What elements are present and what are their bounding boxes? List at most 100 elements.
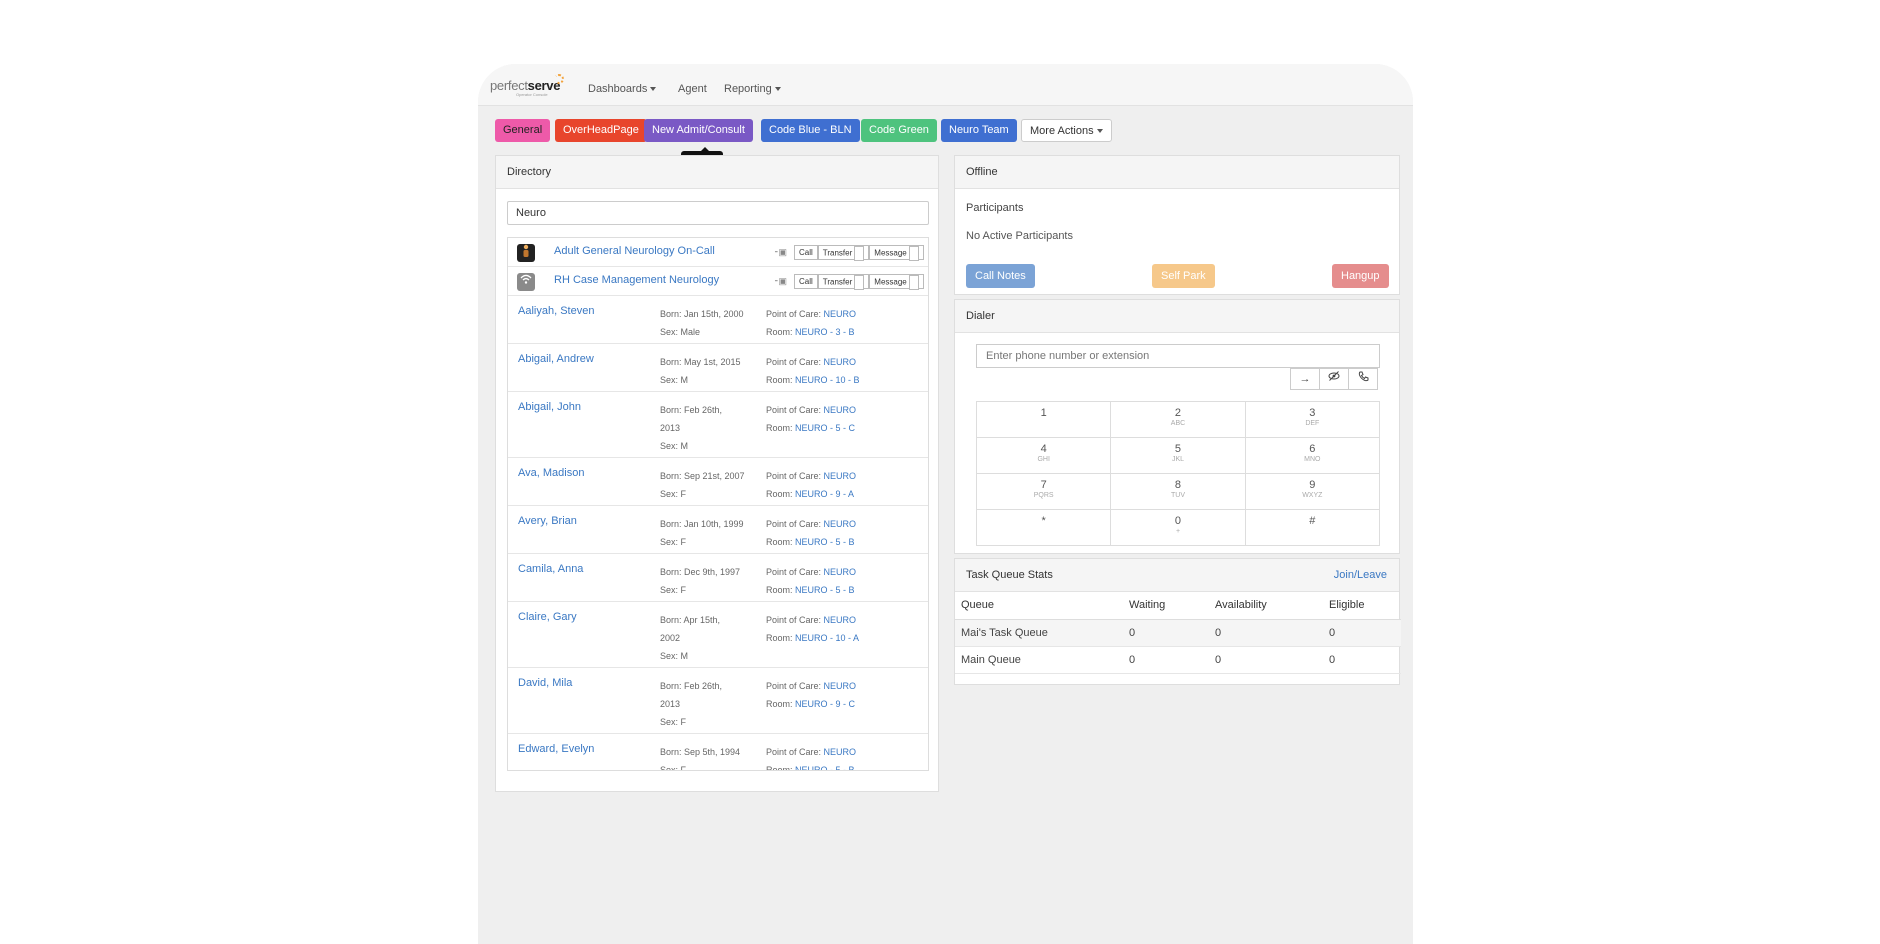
patient-name-link[interactable]: Camila, Anna xyxy=(518,563,583,575)
call-button[interactable]: Call xyxy=(794,274,818,289)
room-link[interactable]: NEURO - 5 - C xyxy=(795,423,855,433)
quick-action-code-blue-bln-button[interactable]: Code Blue - BLN xyxy=(761,119,860,142)
room: Room: NEURO - 9 - C xyxy=(766,695,856,713)
point-of-care-link[interactable]: NEURO xyxy=(824,681,857,691)
patient-name-link[interactable]: Claire, Gary xyxy=(518,611,577,623)
quick-action-general-button[interactable]: General xyxy=(495,119,551,142)
room-link[interactable]: NEURO - 5 - B xyxy=(795,765,855,770)
patient-row[interactable]: Aaliyah, Steven Born: Jan 15th, 2000 Sex: … xyxy=(508,296,928,344)
patient-row[interactable]: Camila, Anna Born: Dec 9th, 1997 Sex: F Poi… xyxy=(508,554,928,602)
dial-key-number: 0 xyxy=(1174,515,1182,527)
point-of-care-link[interactable]: NEURO xyxy=(824,615,857,625)
patient-row[interactable]: Avery, Brian Born: Jan 10th, 1999 Sex: F Po… xyxy=(508,506,928,554)
patient-row[interactable]: Claire, Gary Born: Apr 15th, 2002 Sex: M Poi… xyxy=(508,602,928,668)
service-row[interactable]: RH Case Management Neurology ⁃▣ Call Transf… xyxy=(508,267,928,296)
point-of-care: Point of Care: NEURO xyxy=(766,305,856,323)
point-of-care-link[interactable]: NEURO xyxy=(824,309,857,319)
room-link[interactable]: NEURO - 5 - B xyxy=(795,537,855,547)
dial-key-letters: + xyxy=(1175,528,1181,535)
room: Room: NEURO - 5 - C xyxy=(766,419,856,437)
caret-down-icon xyxy=(908,275,919,290)
point-of-care-link[interactable]: NEURO xyxy=(824,471,857,481)
dialer-title: Dialer xyxy=(955,300,1399,333)
message-button[interactable]: Message xyxy=(869,245,924,261)
quick-action-neuro-team-button[interactable]: Neuro Team xyxy=(941,119,1017,142)
directory-results[interactable]: Adult General Neurology On-Call ⁃▣ Call Tra… xyxy=(507,237,929,771)
patient-row[interactable]: Abigail, Andrew Born: May 1st, 2015 Sex: M… xyxy=(508,344,928,392)
perfectserve-logo[interactable]: perfectserve Operator Console xyxy=(490,74,564,97)
room-link[interactable]: NEURO - 3 - B xyxy=(795,327,855,337)
dial-key-7[interactable]: 7 PQRS xyxy=(977,474,1112,510)
join-leave-link[interactable]: Join/Leave xyxy=(1334,559,1387,592)
room-link[interactable]: NEURO - 5 - B xyxy=(795,585,855,595)
patient-born: Born: Sep 5th, 1994 xyxy=(660,747,741,757)
dial-key-3[interactable]: 3 DEF xyxy=(1245,402,1380,438)
room-link[interactable]: NEURO - 10 - A xyxy=(795,633,859,643)
room-label: Room: xyxy=(766,699,796,709)
phone-number-input[interactable]: Enter phone number or extension xyxy=(976,344,1380,368)
arrow-right-icon[interactable]: → xyxy=(1290,368,1320,390)
phone-icon[interactable] xyxy=(1348,368,1378,390)
dial-key-0[interactable]: 0 + xyxy=(1111,510,1246,546)
point-of-care-link[interactable]: NEURO xyxy=(824,567,857,577)
dial-key-8[interactable]: 8 TUV xyxy=(1111,474,1246,510)
patient-row[interactable]: Abigail, John Born: Feb 26th, 2013 Sex: M Po… xyxy=(508,392,928,458)
dial-key-letters: MNO xyxy=(1304,456,1321,463)
quick-action-new-admit-consult-button[interactable]: New Admit/Consult xyxy=(644,119,753,142)
dial-key-2[interactable]: 2 ABC xyxy=(1111,402,1246,438)
room-link[interactable]: NEURO - 10 - B xyxy=(795,375,860,385)
point-of-care-link[interactable]: NEURO xyxy=(824,747,857,757)
logo-spark-icon xyxy=(554,74,564,84)
quick-action-label: More Actions xyxy=(1030,125,1094,137)
patient-name-link[interactable]: Edward, Evelyn xyxy=(518,743,594,755)
patient-row[interactable]: Edward, Evelyn Born: Sep 5th, 1994 Sex: F P… xyxy=(508,734,928,770)
dial-key-5[interactable]: 5 JKL xyxy=(1111,438,1246,474)
nav-dashboards[interactable]: Dashboards xyxy=(588,83,657,95)
point-of-care-link[interactable]: NEURO xyxy=(824,405,857,415)
hangup-button[interactable]: Hangup xyxy=(1332,264,1389,288)
room: Room: NEURO - 10 - B xyxy=(766,371,860,389)
room-link[interactable]: NEURO - 9 - C xyxy=(795,699,855,709)
room-label: Room: xyxy=(766,489,796,499)
service-row[interactable]: Adult General Neurology On-Call ⁃▣ Call Tra… xyxy=(508,238,928,267)
quick-action-more-actions-button[interactable]: More Actions xyxy=(1021,119,1112,142)
room-label: Room: xyxy=(766,537,796,547)
room-label: Room: xyxy=(766,423,796,433)
caret-down-icon xyxy=(774,87,781,92)
patient-name-link[interactable]: Abigail, John xyxy=(518,401,581,413)
patient-name-link[interactable]: Abigail, Andrew xyxy=(518,353,594,365)
patient-name-link[interactable]: Avery, Brian xyxy=(518,515,577,527)
point-of-care-link[interactable]: NEURO xyxy=(824,357,857,367)
transfer-button[interactable]: Transfer xyxy=(817,274,870,290)
nav-reporting[interactable]: Reporting xyxy=(724,83,781,95)
call-notes-button[interactable]: Call Notes xyxy=(966,264,1035,288)
queue-cell: 0 xyxy=(1323,619,1401,647)
nav-agent[interactable]: Agent xyxy=(678,83,707,95)
patient-sex: Sex: F xyxy=(660,717,687,727)
dial-key-6[interactable]: 6 MNO xyxy=(1245,438,1380,474)
room-link[interactable]: NEURO - 9 - A xyxy=(795,489,854,499)
patient-row[interactable]: David, Mila Born: Feb 26th, 2013 Sex: F Poin… xyxy=(508,668,928,734)
patient-location: Point of Care: NEURO Room: NEURO - 5 - B xyxy=(766,515,856,551)
patient-row[interactable]: Ava, Madison Born: Sep 21st, 2007 Sex: F Po… xyxy=(508,458,928,506)
service-name[interactable]: RH Case Management Neurology xyxy=(554,274,719,286)
patient-name-link[interactable]: Aaliyah, Steven xyxy=(518,305,594,317)
dial-key-hash[interactable]: # xyxy=(1245,510,1380,546)
transfer-button[interactable]: Transfer xyxy=(817,245,870,261)
call-button[interactable]: Call xyxy=(794,245,818,260)
self-park-button[interactable]: Self Park xyxy=(1152,264,1215,288)
patient-name-link[interactable]: Ava, Madison xyxy=(518,467,584,479)
dial-key-1[interactable]: 1 xyxy=(977,402,1112,438)
message-button[interactable]: Message xyxy=(869,274,924,290)
dial-key-4[interactable]: 4 GHI xyxy=(977,438,1112,474)
top-navbar: perfectserve Operator Console Dashboards… xyxy=(478,64,1413,106)
service-name[interactable]: Adult General Neurology On-Call xyxy=(554,245,715,257)
quick-action-overheadpage-button[interactable]: OverHeadPage xyxy=(555,119,647,142)
patient-name-link[interactable]: David, Mila xyxy=(518,677,572,689)
dial-key-9[interactable]: 9 WXYZ xyxy=(1245,474,1380,510)
directory-search-input[interactable]: Neuro xyxy=(507,201,929,225)
dial-key-star[interactable]: * xyxy=(977,510,1112,546)
quick-action-code-green-button[interactable]: Code Green xyxy=(861,119,937,142)
point-of-care-link[interactable]: NEURO xyxy=(824,519,857,529)
eye-slash-icon[interactable] xyxy=(1319,368,1349,390)
